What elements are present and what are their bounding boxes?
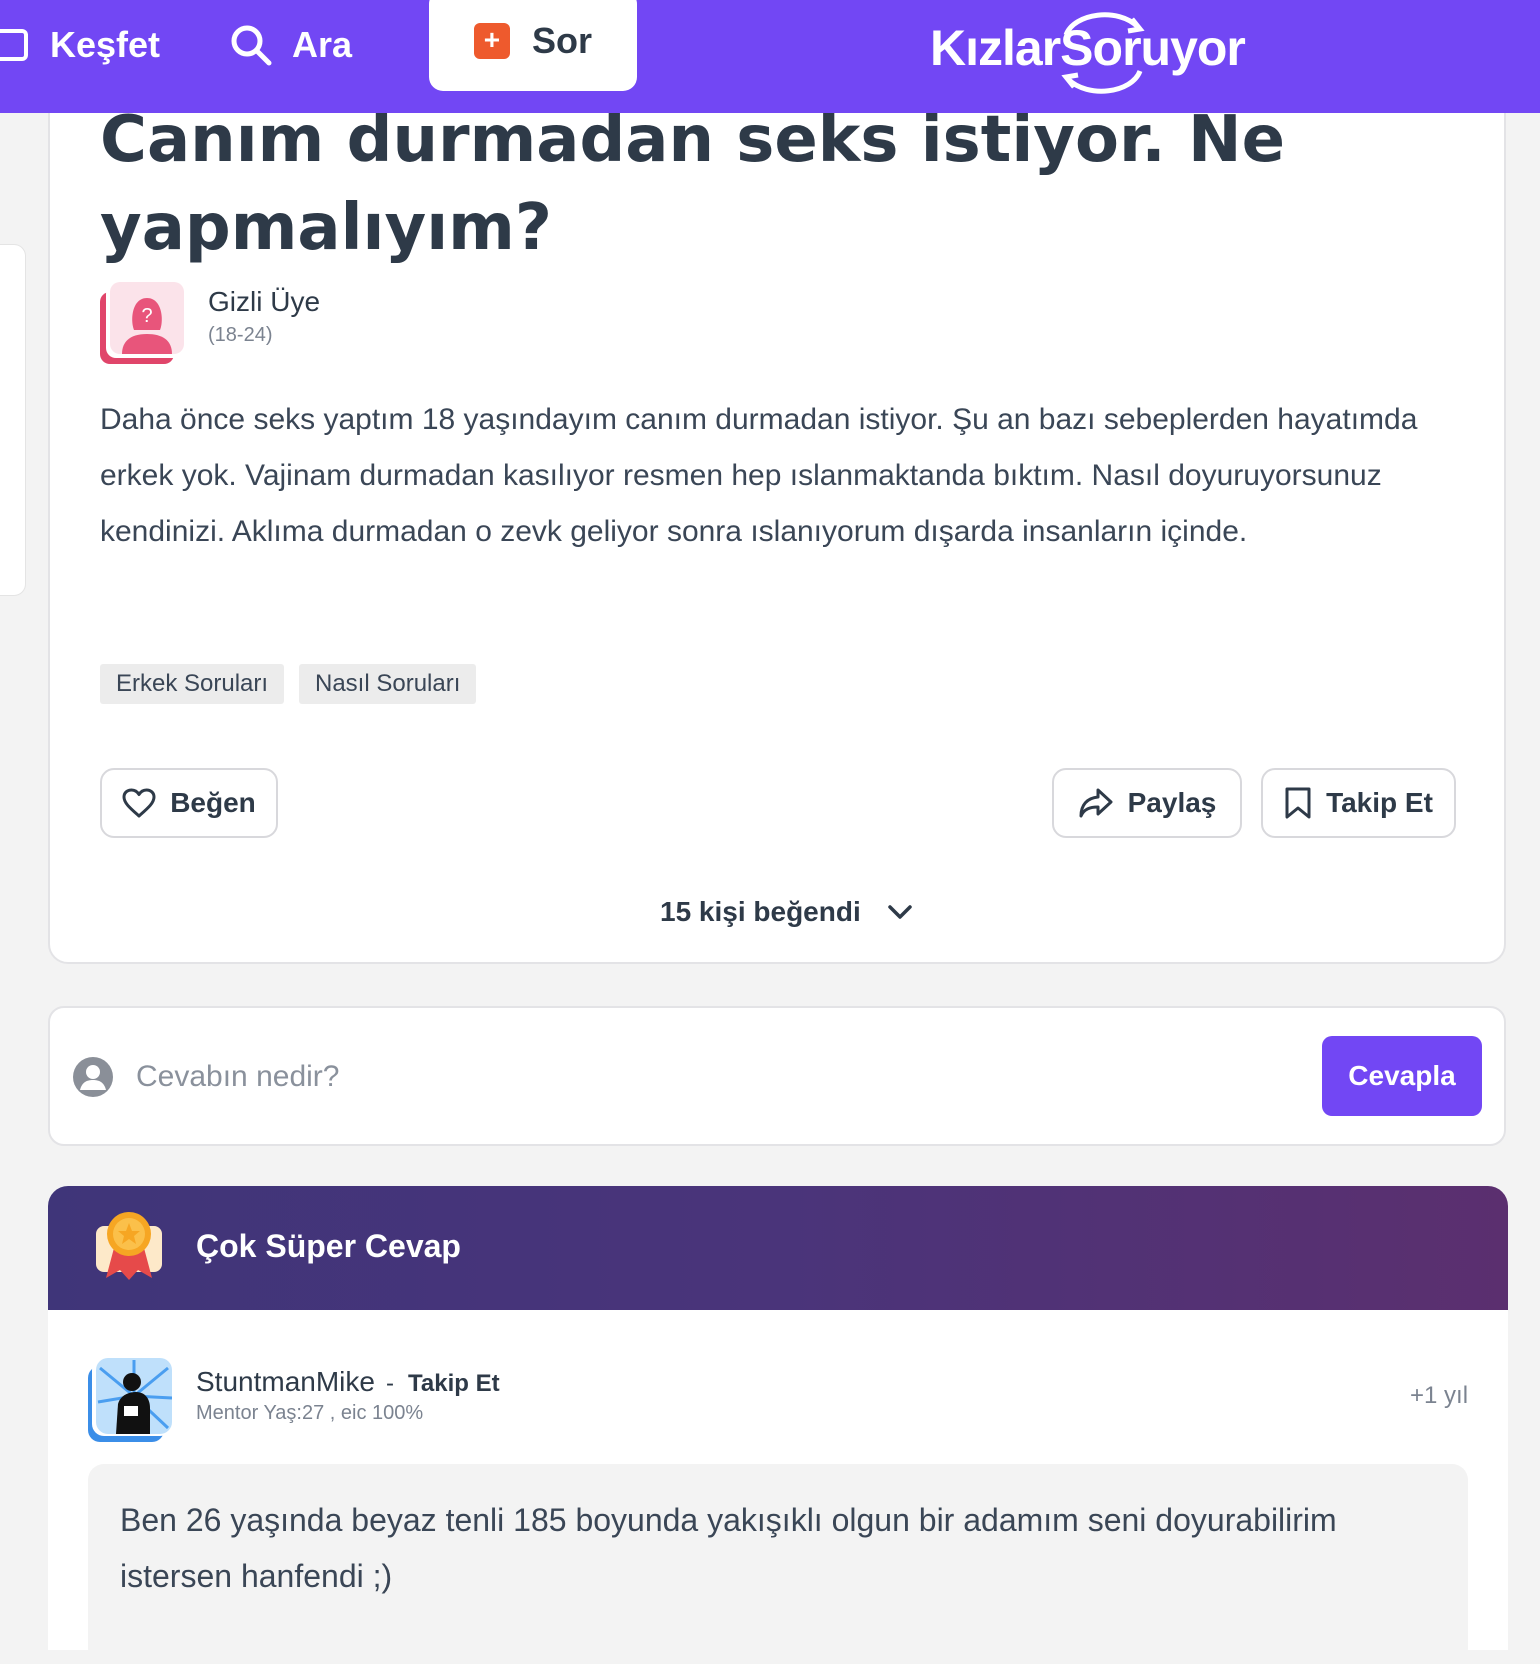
tag-nasil-sorulari[interactable]: Nasıl Soruları: [299, 664, 477, 704]
question-title: Canım durmadan seks istiyor. Ne yapmalıy…: [100, 103, 1285, 265]
share-label: Paylaş: [1127, 787, 1217, 818]
side-panel-edge: [0, 244, 26, 596]
follow-label: Takip Et: [1326, 787, 1433, 818]
answer-input[interactable]: [134, 1050, 1288, 1104]
plus-icon: +: [473, 22, 510, 59]
top-navigation-bar: Keşfet Ara + Sor Kızlar Soruyor: [0, 0, 1540, 113]
logo-text-kizlar: Kızlar: [930, 20, 1061, 76]
nav-ara-label: Ara: [292, 24, 353, 65]
nav-kesfet-label: Keşfet: [50, 24, 161, 65]
submit-answer-button[interactable]: Cevapla: [1322, 1036, 1482, 1116]
ask-question-button[interactable]: + Sor: [429, 0, 637, 91]
bookmark-icon: [1285, 787, 1311, 819]
question-body: Daha önce seks yaptım 18 yaşındayım canı…: [100, 403, 1418, 548]
answer-user-meta: Mentor Yaş:27 , eic 100%: [196, 1402, 424, 1424]
nav-ara[interactable]: Ara: [230, 0, 352, 90]
svg-text:?: ?: [141, 305, 152, 327]
follow-question-button[interactable]: Takip Et: [1261, 768, 1456, 838]
follow-user-link[interactable]: Takip Et: [408, 1370, 500, 1398]
tag-erkek-sorulari[interactable]: Erkek Soruları: [100, 664, 285, 704]
share-button[interactable]: Paylaş: [1052, 768, 1242, 838]
likes-toggle[interactable]: 15 kişi beğendi: [660, 896, 913, 928]
author-age: (18-24): [208, 324, 273, 346]
feed-icon: [0, 29, 28, 61]
author-name[interactable]: Gizli Üye: [208, 286, 320, 318]
search-icon: [231, 25, 272, 66]
answer-timestamp: +1 yıl: [1410, 1382, 1469, 1409]
like-label: Beğen: [170, 787, 256, 818]
chevron-down-icon: [888, 905, 912, 919]
nav-kesfet[interactable]: Keşfet: [0, 0, 160, 90]
super-answer-title: Çok Süper Cevap: [196, 1228, 461, 1264]
logo-ring-icon: [1061, 12, 1145, 94]
user-avatar[interactable]: [88, 1358, 172, 1442]
separator-dash: -: [386, 1370, 394, 1397]
kizlarsoruyor-logo[interactable]: Kızlar Soruyor: [930, 8, 1246, 94]
ask-question-label: Sor: [531, 19, 592, 61]
answer-username[interactable]: StuntmanMike: [196, 1366, 375, 1398]
answer-text: Ben 26 yaşında beyaz tenli 185 boyunda y…: [120, 1502, 1337, 1594]
like-button[interactable]: Beğen: [100, 768, 278, 838]
anonymous-avatar-icon: ?: [100, 282, 184, 364]
medal-icon: [96, 1212, 162, 1280]
share-icon: [1079, 788, 1113, 818]
user-icon: [73, 1057, 113, 1097]
likes-count-text: 15 kişi beğendi: [660, 896, 861, 927]
heart-icon: [122, 788, 156, 818]
